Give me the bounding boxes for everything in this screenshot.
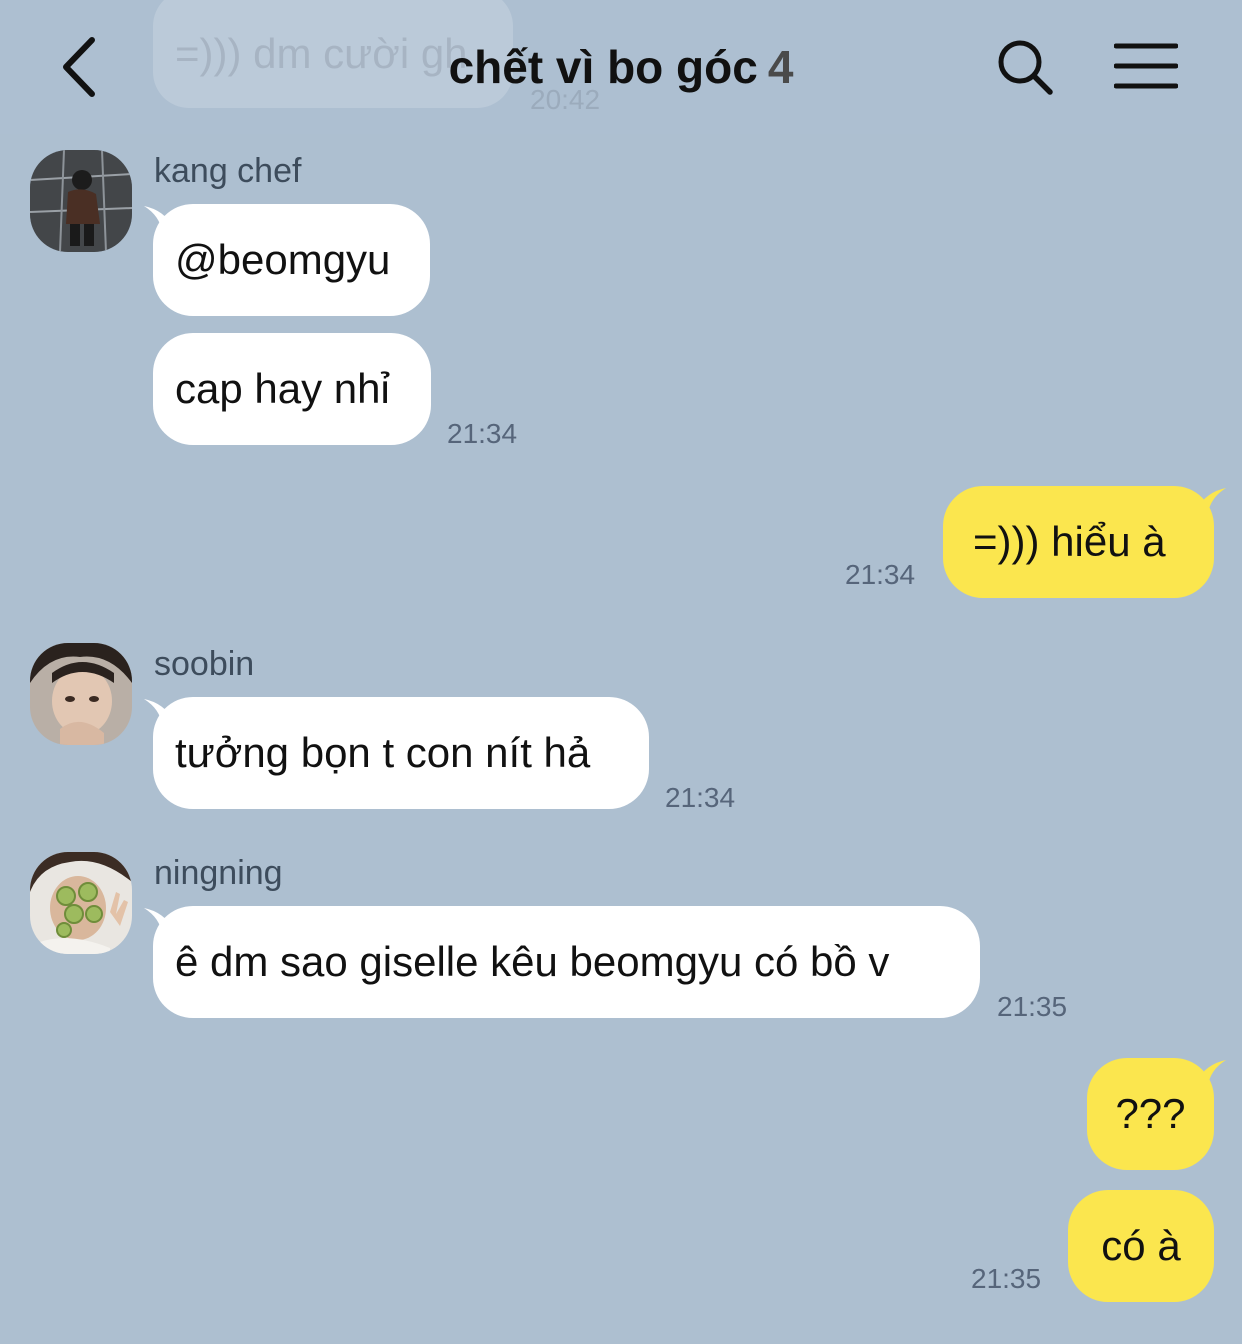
menu-icon[interactable] bbox=[1114, 42, 1178, 90]
message-bubble[interactable]: cap hay nhỉ bbox=[153, 333, 431, 445]
avatar-image bbox=[30, 852, 132, 954]
message-bubble[interactable]: @beomgyu bbox=[153, 204, 430, 316]
chat-header: =))) dm cười gh 20:42 chết vì bo góc 4 bbox=[0, 0, 1242, 134]
avatar-kang-chef[interactable] bbox=[30, 150, 132, 252]
sender-name: soobin bbox=[154, 645, 255, 683]
message-bubble[interactable]: ??? bbox=[1087, 1058, 1214, 1170]
avatar-soobin[interactable] bbox=[30, 643, 132, 745]
search-icon[interactable] bbox=[996, 38, 1054, 96]
chat-name: chết vì bo góc bbox=[448, 41, 758, 93]
message-bubble[interactable]: tưởng bọn t con nít hả bbox=[153, 697, 649, 809]
chat-title: chết vì bo góc 4 bbox=[0, 40, 1242, 94]
avatar-ningning[interactable] bbox=[30, 852, 132, 954]
message-time: 21:35 bbox=[997, 991, 1068, 1022]
bubble-tail bbox=[1196, 1060, 1226, 1086]
message-bubble[interactable]: có à bbox=[1068, 1190, 1214, 1302]
avatar-image bbox=[30, 643, 132, 745]
message-time: 21:35 bbox=[971, 1263, 1042, 1294]
message-time: 21:34 bbox=[845, 559, 916, 590]
avatar-image bbox=[30, 150, 132, 252]
message-time: 21:34 bbox=[665, 782, 736, 813]
sender-name: ningning bbox=[154, 854, 283, 892]
bubble-tail bbox=[1196, 488, 1226, 514]
message-time: 21:34 bbox=[447, 418, 518, 449]
member-count: 4 bbox=[767, 41, 794, 93]
message-bubble[interactable]: =))) hiểu à bbox=[943, 486, 1214, 598]
sender-name: kang chef bbox=[154, 152, 302, 190]
message-bubble[interactable]: ê dm sao giselle kêu beomgyu có bồ v bbox=[153, 906, 980, 1018]
